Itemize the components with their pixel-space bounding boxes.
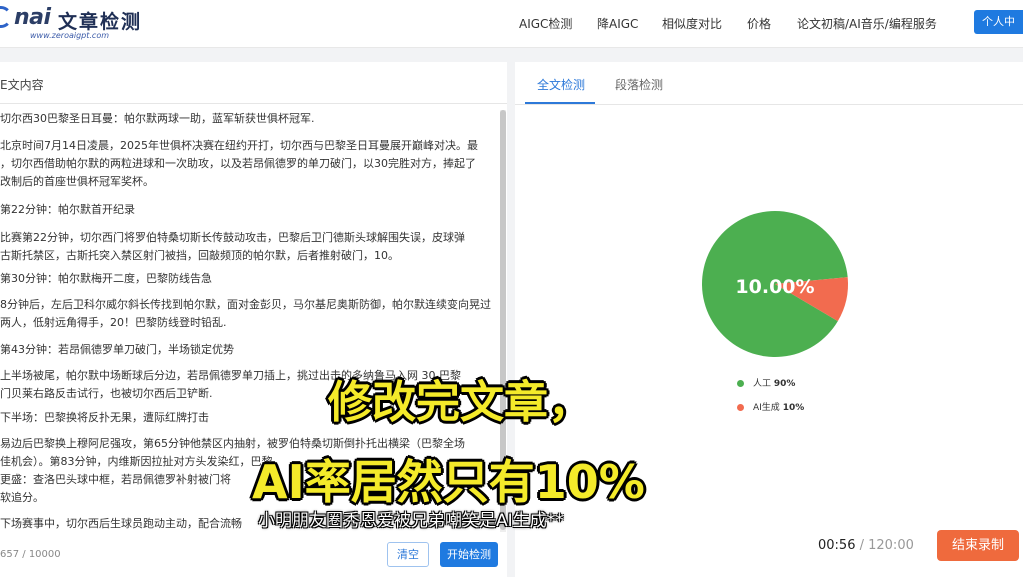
stop-recording-button[interactable]: 结束录制 bbox=[937, 530, 1019, 561]
legend-name: AI生成 bbox=[753, 403, 780, 413]
text-line: 两人，低射远角得手，20！巴黎防线登时铅乱. bbox=[0, 316, 227, 329]
timer-elapsed: 00:56 bbox=[818, 538, 856, 553]
divider bbox=[0, 103, 507, 104]
text-line: 8分钟后，左后卫科尔威尔斜长传找到帕尔默，面对金彭贝，马尔基尼奥斯防御，帕尔默连… bbox=[0, 298, 491, 311]
logo-title: 文章检测 bbox=[58, 11, 143, 33]
nav-reduce-aigc[interactable]: 降AIGC bbox=[597, 15, 638, 32]
pie-center-label: 10.00% bbox=[735, 276, 814, 298]
nav-services[interactable]: 论文初稿/AI音乐/编程服务 bbox=[797, 15, 937, 32]
app-root: nai 文章检测 www.zeroaigpt.com AIGC检测 降AIGC … bbox=[0, 0, 1023, 577]
top-header: nai 文章检测 www.zeroaigpt.com AIGC检测 降AIGC … bbox=[0, 0, 1023, 48]
text-line: 改制后的首座世俱杯冠军奖杯。 bbox=[0, 175, 154, 188]
site-logo[interactable]: nai 文章检测 www.zeroaigpt.com bbox=[0, 4, 190, 42]
text-line: 古斯托禁区，古斯托突入禁区射门被挡，回敲频顶的帕尔默，后者推射破门，10。 bbox=[0, 249, 399, 262]
caption-line-1: 修改完文章， bbox=[328, 377, 592, 428]
tab-full-text[interactable]: 全文检测 bbox=[537, 76, 585, 93]
clear-button[interactable]: 清空 bbox=[387, 542, 429, 567]
user-center-button[interactable]: 个人中 bbox=[974, 10, 1023, 34]
legend-value: 90% bbox=[773, 379, 796, 389]
nav-aigc-detect[interactable]: AIGC检测 bbox=[519, 15, 572, 32]
char-counter: 657 / 10000 bbox=[0, 549, 61, 560]
text-line: 北京时间7月14日凌晨，2025年世俱杯决赛在纽约开打，切尔西与巴黎圣日耳曼展开… bbox=[0, 139, 478, 152]
result-pie-chart: 10.00% bbox=[702, 211, 848, 357]
logo-ring-icon bbox=[0, 6, 12, 28]
logo-url: www.zeroaigpt.com bbox=[30, 31, 110, 40]
text-line: ，切尔西借助帕尔默的两粒进球和一次助攻，以及若昂佩德罗的单刀破门，以30完胜对方… bbox=[0, 157, 476, 170]
text-line: 第30分钟：帕尔默梅开二度，巴黎防线告急 bbox=[0, 272, 212, 285]
nav-pricing[interactable]: 价格 bbox=[747, 15, 771, 32]
input-panel-title: E文内容 bbox=[0, 78, 44, 92]
video-subtitle: 小明朋友圈秀恩爱被兄弟嘲笑是AI生成** bbox=[258, 511, 564, 531]
recording-timer: 00:56 / 120:00 bbox=[818, 538, 914, 553]
caption-line-2: AI率居然只有10% bbox=[252, 455, 645, 509]
legend-item-human: 人工 90% bbox=[737, 376, 795, 389]
tab-paragraph[interactable]: 段落检测 bbox=[615, 76, 663, 93]
legend-dot bbox=[737, 380, 744, 387]
text-line: 切尔西30巴黎圣日耳曼：帕尔默两球一助，蓝军斩获世俱杯冠军. bbox=[0, 112, 315, 125]
nav-similarity[interactable]: 相似度对比 bbox=[662, 15, 722, 32]
timer-total: / 120:00 bbox=[859, 538, 914, 553]
legend-item-ai: AI生成 10% bbox=[737, 400, 804, 413]
legend-dot bbox=[737, 404, 744, 411]
logo-word: nai bbox=[14, 5, 51, 30]
legend-name: 人工 bbox=[753, 379, 772, 389]
text-line: 第22分钟：帕尔默首开纪录 bbox=[0, 203, 135, 216]
divider bbox=[515, 104, 1023, 105]
text-line: 第43分钟：若昂佩德罗单刀破门，半场锁定优势 bbox=[0, 343, 234, 356]
start-detect-button[interactable]: 开始检测 bbox=[440, 542, 498, 567]
legend-value: 10% bbox=[782, 403, 805, 413]
text-line: 比赛第22分钟，切尔西门将罗伯特桑切斯长传鼓动攻击，巴黎后卫门德斯头球解围失误，… bbox=[0, 231, 465, 244]
